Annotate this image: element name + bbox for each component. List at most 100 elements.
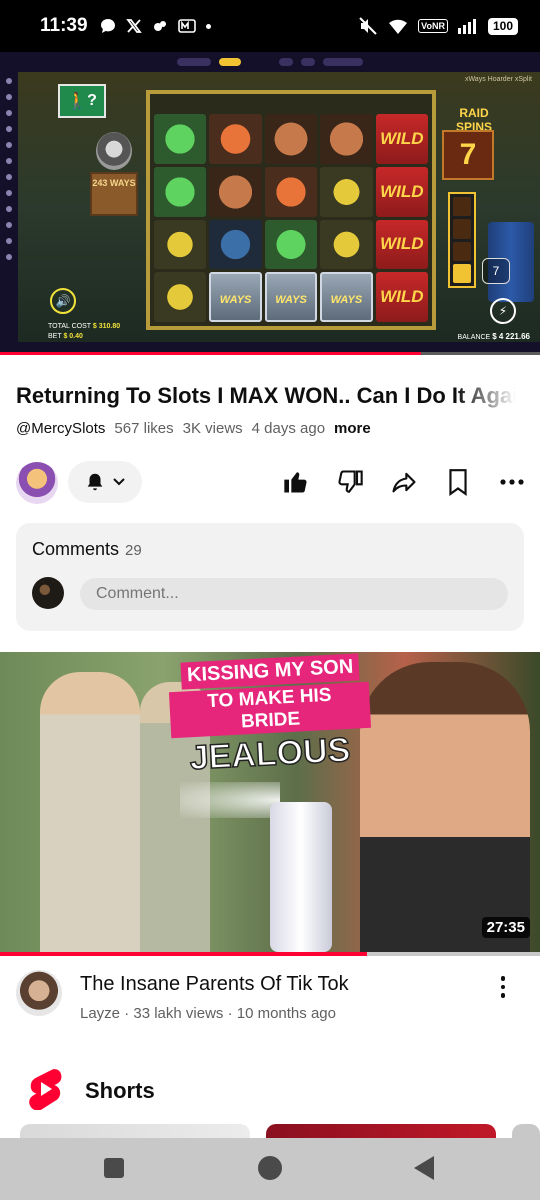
thumbnail-spray xyxy=(180,782,280,818)
comments-count: 29 xyxy=(125,542,142,559)
action-row xyxy=(16,460,526,504)
balance-value: $ 4 221.66 xyxy=(492,332,530,341)
symbol-cell xyxy=(264,219,318,270)
meter-slot xyxy=(453,219,471,239)
video-player[interactable]: xWays Hoarder xSplit 🚶? 243 WAYS WILD WI… xyxy=(0,52,540,354)
bell-icon xyxy=(87,473,103,491)
xways-symbol: WAYS xyxy=(209,272,262,322)
user-avatar xyxy=(32,577,64,609)
home-button[interactable] xyxy=(258,1156,282,1180)
view-count: 3K views xyxy=(182,420,243,437)
symbol-cell xyxy=(320,114,373,164)
shorts-title: Shorts xyxy=(85,1078,155,1103)
system-nav-bar xyxy=(0,1138,540,1200)
wild-symbol: WILD xyxy=(375,114,428,164)
balance-label: BALANCE xyxy=(457,334,491,341)
notification-bell-button[interactable] xyxy=(68,461,142,503)
comment-input[interactable] xyxy=(80,578,508,610)
save-button[interactable] xyxy=(442,466,474,498)
stream-sidebar xyxy=(0,72,18,342)
ways-sign: 243 WAYS xyxy=(90,172,138,216)
recommended-more-button[interactable] xyxy=(492,972,514,1002)
dislike-button[interactable] xyxy=(334,466,366,498)
upload-age: 4 days ago xyxy=(251,420,326,437)
sound-icon[interactable]: 🔊 xyxy=(50,288,76,314)
symbol-cell xyxy=(154,114,207,164)
lightning-icon[interactable]: ⚡ xyxy=(490,298,516,324)
watched-progress-fill xyxy=(0,952,368,956)
exit-sign-text: ? xyxy=(87,92,97,109)
reel-frame: WILD WILD WILD WAYS WAYS WAYS WILD xyxy=(146,90,436,330)
status-time: 11:39 xyxy=(40,15,88,36)
balance-info: BALANCE $ 4 221.66 xyxy=(458,332,530,341)
raid-spins-count: 7 xyxy=(442,130,494,180)
total-cost-label: TOTAL COST xyxy=(48,323,91,330)
shorts-icon xyxy=(29,1069,62,1110)
battery-icon: 100 xyxy=(488,17,518,35)
share-button[interactable] xyxy=(388,466,420,498)
meter-slot xyxy=(453,241,471,261)
comments-title: Comments xyxy=(32,539,120,559)
symbol-cell xyxy=(154,272,207,322)
thumbnail-figure xyxy=(360,662,530,954)
recommended-title[interactable]: The Insane Parents Of Tik Tok xyxy=(80,973,349,996)
thumbnail-text-line3: JEALOUS xyxy=(188,730,352,778)
dot-icon xyxy=(205,23,211,29)
recommended-meta: Layze · 33 lakh views · 10 months ago xyxy=(80,1005,336,1022)
chat-bubble-icon xyxy=(100,19,115,33)
recent-apps-button[interactable] xyxy=(104,1158,124,1178)
nuke-meter xyxy=(448,192,476,288)
video-title[interactable]: Returning To Slots I MAX WON.. Can I Do … xyxy=(16,383,516,409)
slot-game-frame: xWays Hoarder xSplit 🚶? 243 WAYS WILD WI… xyxy=(18,72,540,342)
more-horizontal-icon xyxy=(500,479,524,485)
symbol-cell xyxy=(264,166,318,217)
thumbnail-text-line2: TO MAKE HIS BRIDE xyxy=(168,681,372,739)
recommended-thumbnail[interactable]: KISSING MY SON TO MAKE HIS BRIDE JEALOUS xyxy=(0,652,540,954)
status-bar: 11:39 VoNR 100 xyxy=(0,0,540,52)
exit-sign: 🚶? xyxy=(58,84,106,118)
symbol-cell xyxy=(264,114,318,164)
stream-toolbar xyxy=(0,52,540,72)
like-count: 567 likes xyxy=(114,420,174,437)
bet-value: $ 0.40 xyxy=(63,333,83,340)
wifi-icon xyxy=(389,19,408,34)
duration-badge: 27:35 xyxy=(481,917,530,938)
mute-icon xyxy=(359,17,377,35)
bookmark-icon xyxy=(449,469,467,496)
system-icons: VoNR 100 xyxy=(358,16,518,36)
symbol-cell xyxy=(320,219,373,270)
meter-slot xyxy=(453,263,471,283)
recommended-channel-avatar[interactable] xyxy=(16,970,62,1016)
wild-symbol: WILD xyxy=(375,166,428,217)
autoplay-button[interactable]: 7 xyxy=(482,258,510,284)
comments-card[interactable]: Comments 29 xyxy=(16,523,524,631)
channel-handle[interactable]: @MercySlots xyxy=(16,420,105,437)
xways-symbol: WAYS xyxy=(320,272,373,322)
thumbs-up-icon xyxy=(284,472,307,493)
bet-label: BET xyxy=(48,333,62,340)
reel-grid: WILD WILD WILD WAYS WAYS WAYS WILD xyxy=(154,114,428,322)
signal-icon xyxy=(458,19,476,34)
app-icon xyxy=(153,21,166,31)
symbol-cell xyxy=(154,219,207,270)
share-icon xyxy=(392,472,416,493)
game-brand: xWays Hoarder xSplit xyxy=(464,76,532,83)
like-button[interactable] xyxy=(280,466,312,498)
wild-symbol: WILD xyxy=(375,219,428,270)
more-link[interactable]: more xyxy=(334,420,371,437)
x-logo-icon xyxy=(125,19,142,33)
back-button[interactable] xyxy=(414,1156,434,1180)
video-info-sheet: Returning To Slots I MAX WON.. Can I Do … xyxy=(0,355,540,655)
thumbnail-headline: KISSING MY SON TO MAKE HIS BRIDE JEALOUS xyxy=(168,653,372,778)
thumbnail-spray-can xyxy=(270,802,332,952)
symbol-cell xyxy=(209,219,262,270)
chevron-down-icon xyxy=(113,478,125,486)
video-meta: @MercySlots 567 likes 3K views 4 days ag… xyxy=(16,420,371,437)
raccoon-mascot xyxy=(96,132,132,170)
symbol-cell xyxy=(320,166,373,217)
more-options-button[interactable] xyxy=(496,466,528,498)
m-logo-icon xyxy=(177,19,196,33)
xways-symbol: WAYS xyxy=(264,272,318,322)
channel-avatar[interactable] xyxy=(16,462,58,504)
total-cost-value: $ 310.80 xyxy=(92,323,121,330)
